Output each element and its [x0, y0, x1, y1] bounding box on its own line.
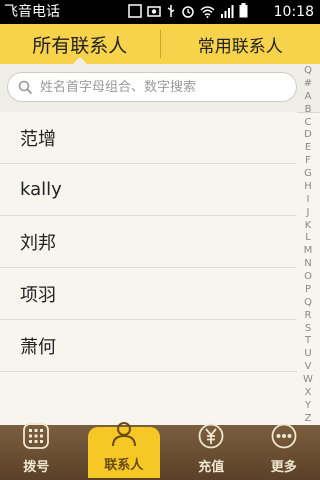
tab-label: 常用联系人 [197, 36, 283, 57]
nav-recharge[interactable]: 充值 [175, 423, 248, 480]
notification-square-icon [128, 3, 142, 22]
index-letter[interactable]: R [305, 310, 312, 321]
list-item[interactable]: 刘邦 [0, 216, 297, 268]
index-letter[interactable]: # [304, 78, 312, 89]
index-letter[interactable]: H [304, 181, 312, 192]
list-item[interactable]: kally [0, 164, 297, 216]
index-letter[interactable]: P [305, 284, 311, 295]
index-letter[interactable]: B [305, 104, 312, 115]
index-letter[interactable]: T [305, 336, 311, 346]
alarm-icon [181, 3, 195, 22]
tab-bar: 所有联系人 常用联系人 [0, 24, 320, 64]
camera-icon [147, 3, 161, 22]
more-icon [271, 423, 297, 453]
tab-all-contacts[interactable]: 所有联系人 [0, 24, 160, 64]
usb-icon [166, 3, 176, 22]
list-item[interactable]: 萧何 [0, 320, 297, 372]
index-letter[interactable]: Q [304, 297, 312, 308]
tab-label: 所有联系人 [32, 34, 128, 57]
contact-name: 范增 [20, 128, 56, 150]
index-letter[interactable]: V [305, 362, 312, 372]
contact-name: 萧何 [20, 336, 56, 358]
index-letter[interactable]: C [305, 117, 312, 128]
yuan-icon [198, 423, 224, 453]
contact-list: 范增 kally 刘邦 项羽 萧何 [0, 112, 297, 425]
nav-label: 更多 [270, 460, 297, 475]
search-input[interactable] [40, 76, 290, 98]
contact-name: kally [20, 179, 62, 200]
index-letter[interactable]: J [307, 207, 310, 218]
person-icon [111, 421, 137, 451]
index-letter[interactable]: G [304, 169, 312, 179]
index-letter[interactable]: U [304, 349, 311, 359]
index-letter[interactable]: D [304, 130, 312, 140]
index-letter[interactable]: L [305, 233, 311, 243]
index-letter[interactable]: I [307, 194, 310, 205]
battery-icon [239, 2, 248, 22]
contact-name: 项羽 [20, 284, 56, 306]
nav-label: 拨号 [23, 460, 50, 475]
contact-name: 刘邦 [20, 232, 56, 254]
index-letter[interactable]: N [304, 259, 311, 269]
nav-more[interactable]: 更多 [248, 423, 320, 480]
list-item[interactable]: 项羽 [0, 268, 297, 320]
index-letter[interactable]: K [305, 220, 312, 231]
index-letter[interactable]: S [305, 323, 311, 334]
carrier-name: 飞音电话 [4, 4, 60, 20]
alphabet-index[interactable]: Q # A B C D E F G H I J K L M N O P Q R … [301, 66, 315, 424]
status-bar: 飞音电话 10:18 [0, 0, 320, 24]
index-letter[interactable]: Q [304, 66, 312, 76]
index-letter[interactable]: Z [305, 413, 312, 424]
tab-frequent-contacts[interactable]: 常用联系人 [161, 24, 320, 64]
index-letter[interactable]: F [305, 156, 311, 166]
index-letter[interactable]: A [305, 91, 312, 102]
signal-icon [220, 3, 234, 22]
nav-label: 联系人 [104, 458, 144, 473]
dialpad-icon [23, 423, 50, 453]
index-letter[interactable]: Y [305, 400, 311, 411]
list-item[interactable]: 范增 [0, 112, 297, 164]
clock: 10:18 [273, 4, 314, 20]
index-letter[interactable]: M [304, 246, 313, 256]
index-letter[interactable]: X [305, 387, 312, 398]
nav-dial[interactable]: 拨号 [0, 423, 73, 480]
wifi-icon [200, 3, 215, 22]
index-letter[interactable]: W [303, 375, 313, 385]
status-icons [128, 2, 248, 22]
nav-label: 充值 [198, 460, 225, 475]
bottom-nav: 拨号 联系人 充值 更多 [0, 422, 320, 480]
search-area [0, 64, 320, 113]
index-letter[interactable]: O [304, 272, 312, 282]
index-letter[interactable]: E [305, 143, 311, 153]
nav-contacts[interactable]: 联系人 [87, 422, 160, 478]
search-box[interactable] [7, 72, 297, 102]
search-icon [18, 80, 33, 99]
